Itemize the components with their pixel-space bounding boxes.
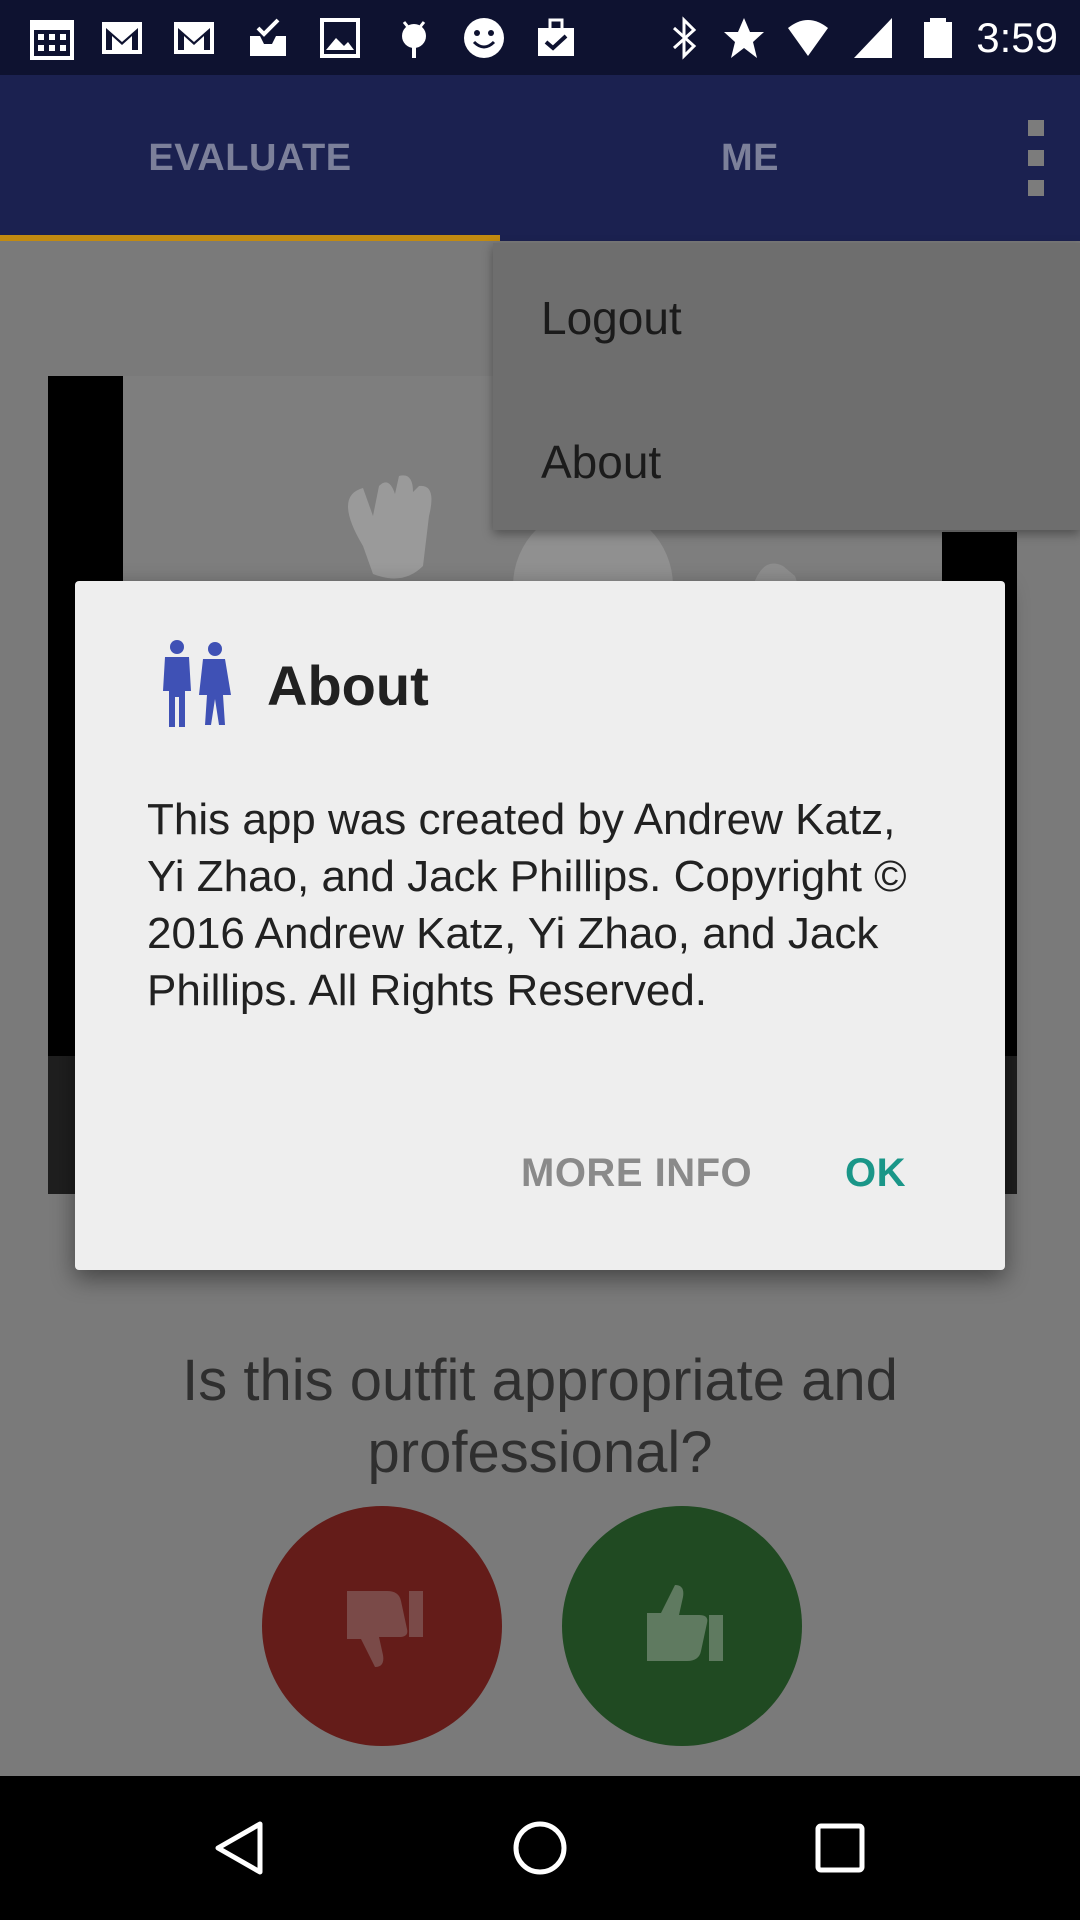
thumbs-up-icon: [647, 1585, 723, 1661]
navigation-bar: [0, 1776, 1080, 1920]
home-button[interactable]: [490, 1798, 590, 1898]
ok-button[interactable]: OK: [845, 1151, 906, 1196]
overflow-menu: Logout About: [493, 243, 1080, 530]
thumbs-up-button[interactable]: [562, 1506, 802, 1746]
gmail-icon: [174, 22, 214, 54]
star-icon: [724, 18, 764, 58]
thumbs-down-button[interactable]: [262, 1506, 502, 1746]
home-icon: [513, 1821, 567, 1875]
bluetooth-icon: [672, 16, 697, 60]
cell-signal-icon: [854, 18, 892, 58]
wifi-icon: [788, 20, 828, 56]
status-bar: 3:59: [0, 0, 1080, 75]
image-icon: [320, 18, 360, 58]
android-icon: [402, 21, 426, 58]
overflow-dot: [1028, 150, 1044, 166]
evaluation-question: Is this outfit appropriate and professio…: [182, 1348, 898, 1485]
dialog-title: About: [267, 654, 429, 717]
status-time: 3:59: [976, 14, 1058, 61]
app-bar: EVALUATE ME: [0, 75, 1080, 241]
thumbs-down-icon: [347, 1591, 423, 1667]
tab-me[interactable]: ME: [500, 75, 1000, 241]
menu-item-about[interactable]: About: [541, 435, 661, 489]
overflow-menu-button[interactable]: [1008, 103, 1064, 213]
back-button[interactable]: [190, 1798, 290, 1898]
recents-button[interactable]: [790, 1798, 890, 1898]
overflow-dot: [1028, 120, 1044, 136]
back-icon: [215, 1821, 263, 1875]
dialog-message: This app was created by Andrew Katz, Yi …: [147, 795, 907, 1015]
gmail-icon: [102, 22, 142, 54]
smiley-icon: [464, 18, 504, 58]
business-people-icon: [163, 640, 231, 727]
briefcase-check-icon: [538, 18, 574, 56]
calendar-icon: [30, 20, 74, 60]
inbox-check-icon: [250, 18, 286, 56]
menu-item-logout[interactable]: Logout: [541, 291, 682, 345]
about-dialog: About This app was created by Andrew Kat…: [75, 581, 1005, 1270]
tab-evaluate[interactable]: EVALUATE: [0, 75, 500, 241]
recents-icon: [815, 1823, 865, 1873]
battery-icon: [924, 18, 952, 58]
overflow-dot: [1028, 180, 1044, 196]
more-info-button[interactable]: MORE INFO: [521, 1151, 752, 1196]
